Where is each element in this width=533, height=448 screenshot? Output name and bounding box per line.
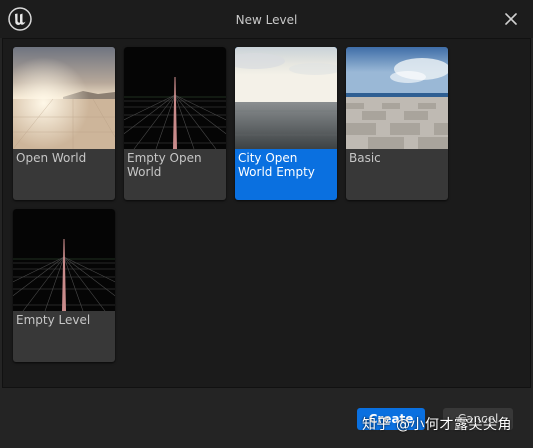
open-world-thumbnail xyxy=(13,47,115,149)
template-label: Empty Level xyxy=(16,313,91,327)
template-label: Basic xyxy=(349,151,381,165)
template-tile-basic[interactable]: Basic xyxy=(346,47,448,200)
template-tile-city-open-world-empty[interactable]: City Open World Empty xyxy=(235,47,337,200)
dialog-footer: Create Cancel xyxy=(0,388,533,448)
new-level-dialog: New Level Open World Empty Open World Ci… xyxy=(0,0,533,448)
city-open-world-empty-thumbnail xyxy=(235,47,337,149)
basic-thumbnail xyxy=(346,47,448,149)
template-label: Open World xyxy=(16,151,87,165)
template-grid: Open World Empty Open World City Open Wo… xyxy=(2,38,531,388)
template-tile-empty-open-world[interactable]: Empty Open World xyxy=(124,47,226,200)
cancel-button[interactable]: Cancel xyxy=(443,408,513,430)
template-label: City Open World Empty xyxy=(238,151,315,179)
dialog-title: New Level xyxy=(235,13,298,27)
close-icon[interactable] xyxy=(503,11,519,27)
template-tile-open-world[interactable]: Open World xyxy=(13,47,115,200)
empty-level-thumbnail xyxy=(13,209,115,311)
create-button[interactable]: Create xyxy=(357,408,425,430)
template-label: Empty Open World xyxy=(127,151,202,179)
template-tile-empty-level[interactable]: Empty Level xyxy=(13,209,115,362)
title-bar: New Level xyxy=(0,0,533,38)
empty-open-world-thumbnail xyxy=(124,47,226,149)
